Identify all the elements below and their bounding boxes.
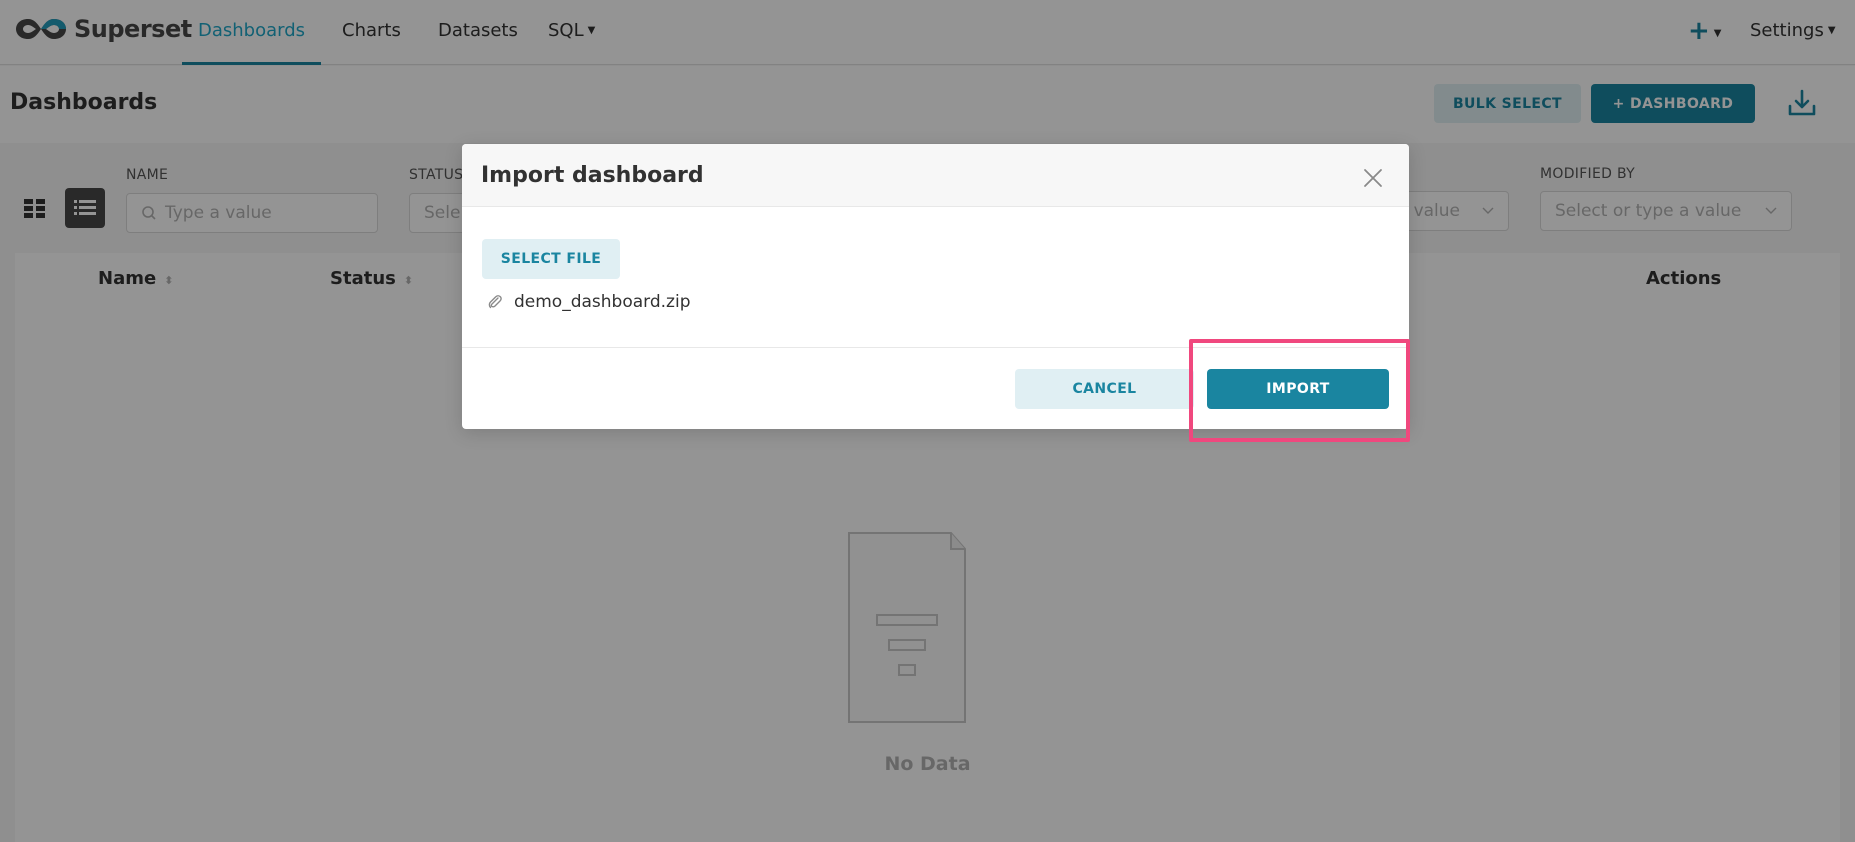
selected-file: demo_dashboard.zip <box>486 292 690 312</box>
file-name: demo_dashboard.zip <box>514 292 691 312</box>
modal-header: Import dashboard <box>462 144 1409 207</box>
modal-title: Import dashboard <box>481 163 704 188</box>
cancel-button[interactable]: CANCEL <box>1015 369 1194 409</box>
paperclip-icon <box>488 295 502 309</box>
import-dashboard-modal: Import dashboard SELECT FILE demo_dashbo… <box>462 144 1409 429</box>
modal-divider <box>462 347 1409 348</box>
import-button[interactable]: IMPORT <box>1207 369 1389 409</box>
close-icon[interactable] <box>1362 167 1384 189</box>
select-file-button[interactable]: SELECT FILE <box>482 239 620 279</box>
